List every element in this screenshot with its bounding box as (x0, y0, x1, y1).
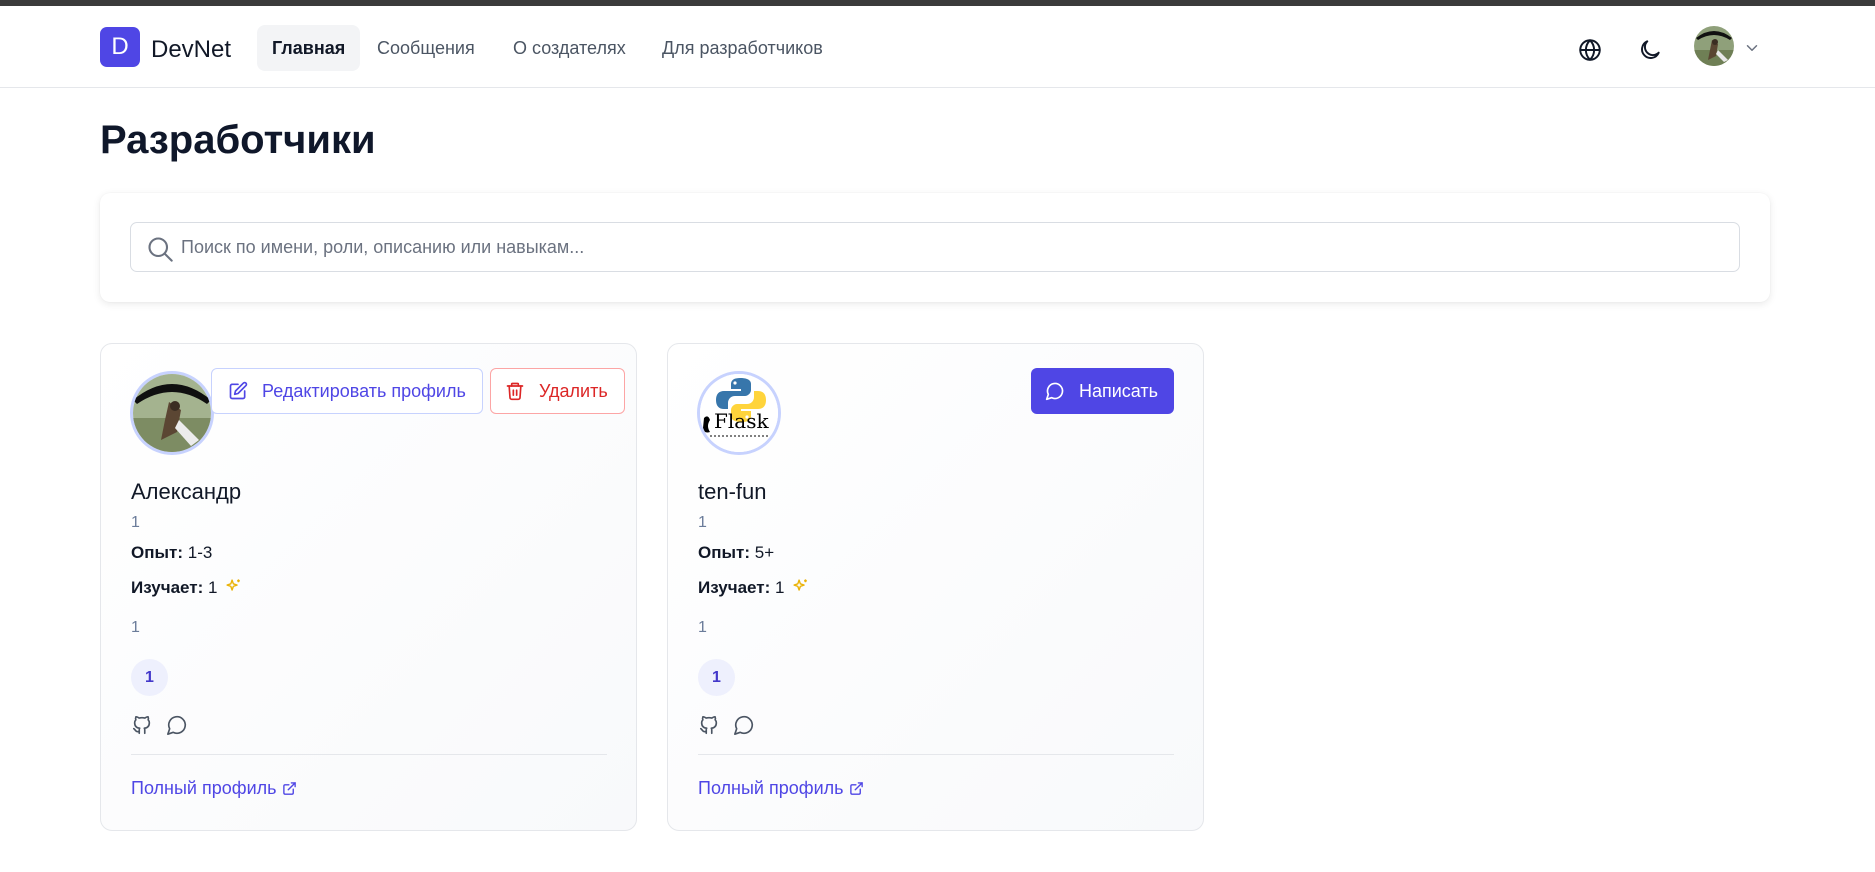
developer-role: 1 (698, 514, 707, 531)
developer-name: ten-fun (698, 479, 767, 504)
developer-description: 1 (698, 619, 707, 636)
skill-badge: 1 (698, 659, 735, 696)
github-icon[interactable] (131, 714, 153, 736)
edit-icon (229, 381, 248, 400)
experience-row: Опыт: 1-3 (131, 543, 212, 563)
flask-logo-text: Flask (714, 409, 769, 433)
search-field[interactable] (130, 222, 1740, 272)
app-name[interactable]: DevNet (151, 36, 231, 64)
message-icon (1045, 382, 1064, 401)
developer-description: 1 (131, 619, 140, 636)
external-link-icon (282, 782, 296, 795)
developer-avatar[interactable] (130, 371, 214, 455)
developer-avatar[interactable]: Flask (697, 371, 781, 455)
experience-value: 5+ (754, 543, 775, 562)
skill-badge: 1 (131, 659, 168, 696)
message-icon[interactable] (733, 714, 755, 736)
github-icon[interactable] (698, 714, 720, 736)
delete-button[interactable]: Удалить (490, 368, 625, 414)
nav-item-messages[interactable]: Сообщения (362, 25, 490, 71)
full-profile-link[interactable]: Полный профиль (698, 778, 864, 799)
card-divider (131, 754, 607, 755)
experience-label: Опыт: (131, 543, 183, 562)
moon-icon[interactable] (1637, 37, 1663, 63)
full-profile-label: Полный профиль (698, 778, 844, 798)
globe-icon[interactable] (1577, 37, 1603, 63)
search-panel (100, 193, 1770, 302)
edit-profile-label: Редактировать профиль (262, 380, 466, 401)
nav-item-home[interactable]: Главная (257, 25, 361, 71)
developer-card: Редактировать профиль Удалить Александр … (100, 343, 637, 831)
developer-name: Александр (131, 479, 242, 504)
learning-row: Изучает: 1 (698, 578, 809, 598)
chevron-down-icon[interactable] (1743, 39, 1761, 57)
trash-icon (506, 382, 524, 401)
user-avatar[interactable] (1694, 26, 1734, 66)
write-message-label: Написать (1079, 380, 1159, 401)
nav-item-developers[interactable]: Для разработчиков (647, 25, 838, 71)
developer-role: 1 (131, 514, 140, 531)
sparkles-icon (226, 579, 241, 591)
experience-value: 1-3 (187, 543, 213, 562)
learning-row: Изучает: 1 (131, 578, 242, 598)
search-input[interactable] (181, 223, 1721, 271)
learning-label: Изучает: (131, 578, 204, 597)
experience-row: Опыт: 5+ (698, 543, 774, 563)
search-icon (148, 237, 173, 262)
learning-label: Изучает: (698, 578, 771, 597)
learning-value: 1 (207, 578, 218, 597)
delete-label: Удалить (539, 380, 608, 401)
card-divider (698, 754, 1174, 755)
logo-badge[interactable]: D (100, 27, 140, 67)
developer-card: Flask Написать ten-fun 1 Опыт: 5+ Изучае… (667, 343, 1204, 831)
navbar: D DevNet Главная Сообщения О создателях … (0, 6, 1875, 88)
message-icon[interactable] (166, 714, 188, 736)
full-profile-label: Полный профиль (131, 778, 277, 798)
experience-label: Опыт: (698, 543, 750, 562)
sparkles-icon (793, 579, 808, 591)
page-title: Разработчики (100, 118, 376, 162)
external-link-icon (849, 782, 863, 795)
write-message-button[interactable]: Написать (1031, 368, 1175, 414)
nav-item-about[interactable]: О создателях (498, 25, 641, 71)
edit-profile-button[interactable]: Редактировать профиль (211, 368, 483, 414)
full-profile-link[interactable]: Полный профиль (131, 778, 297, 799)
learning-value: 1 (774, 578, 785, 597)
